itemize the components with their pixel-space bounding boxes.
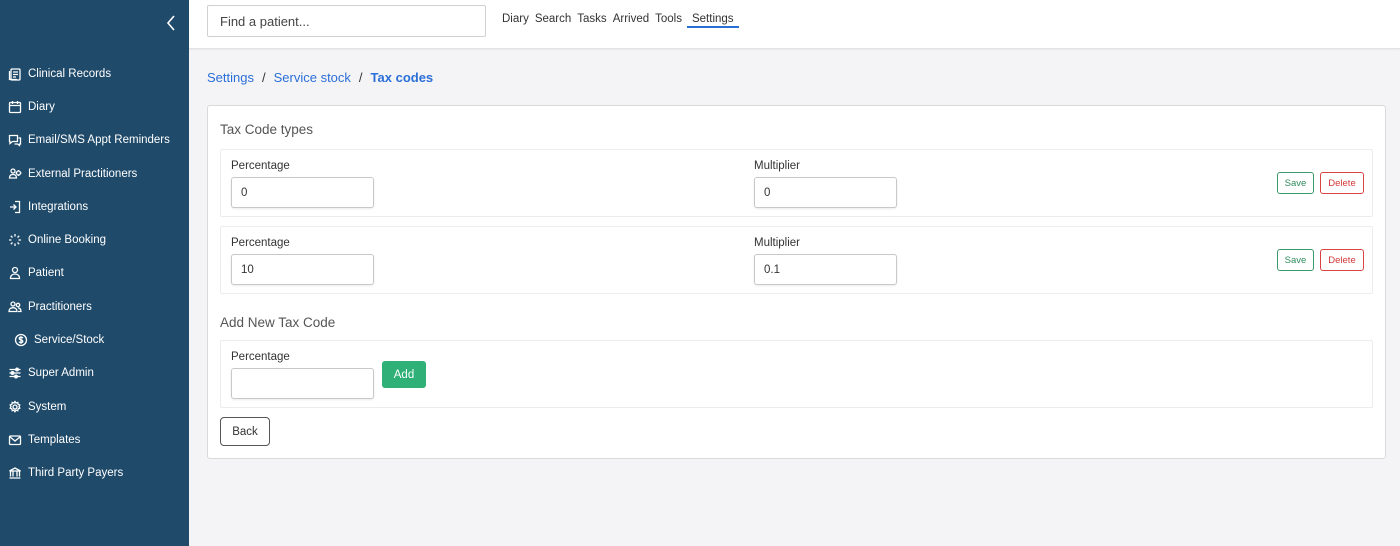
top-nav-tasks[interactable]: Tasks — [577, 13, 606, 28]
patient-search-input[interactable] — [207, 5, 486, 37]
delete-button[interactable]: Delete — [1320, 249, 1364, 271]
sidebar-item-label: Practitioners — [28, 300, 92, 313]
sidebar-item-patient[interactable]: Patient — [0, 257, 189, 290]
add-button[interactable]: Add — [382, 361, 426, 388]
dollar-circle-icon — [14, 333, 28, 347]
user-icon — [8, 266, 22, 280]
sidebar-item-label: Integrations — [28, 200, 89, 213]
sidebar-item-label: Online Booking — [28, 234, 106, 247]
users-gear-icon — [8, 167, 22, 181]
sidebar-item-integrations[interactable]: Integrations — [0, 190, 189, 223]
clipboard-icon — [8, 67, 22, 81]
sidebar-item-practitioners[interactable]: Practitioners — [0, 290, 189, 323]
multiplier-label: Multiplier — [754, 160, 801, 172]
top-nav-arrived[interactable]: Arrived — [613, 13, 649, 28]
envelope-icon — [8, 433, 22, 447]
breadcrumb-settings[interactable]: Settings — [207, 70, 254, 85]
sidebar-item-online-booking[interactable]: Online Booking — [0, 223, 189, 256]
top-nav: Diary Search Tasks Arrived Tools Setting… — [502, 13, 745, 28]
sidebar-item-external-practitioners[interactable]: External Practitioners — [0, 157, 189, 190]
users-icon — [8, 300, 22, 314]
chevron-left-icon[interactable] — [163, 13, 179, 33]
calendar-icon — [8, 100, 22, 114]
section-title: Tax Code types — [220, 122, 314, 137]
sidebar-item-clinical-records[interactable]: Clinical Records — [0, 57, 189, 90]
percentage-label: Percentage — [231, 237, 290, 249]
tax-code-row: Percentage Multiplier Save Delete — [220, 226, 1373, 294]
gear-icon — [8, 399, 22, 414]
sidebar-item-label: Templates — [28, 433, 81, 446]
sign-in-icon — [8, 200, 22, 214]
tax-code-row: Percentage Multiplier Save Delete — [220, 149, 1373, 217]
percentage-input[interactable] — [231, 177, 374, 208]
breadcrumb-separator: / — [261, 70, 266, 85]
percentage-label: Percentage — [231, 351, 290, 363]
sidebar-item-label: System — [28, 400, 67, 413]
sidebar-item-label: Super Admin — [28, 367, 94, 380]
sparkle-icon — [8, 233, 22, 247]
back-button[interactable]: Back — [220, 417, 270, 446]
sliders-icon — [8, 366, 22, 380]
sidebar-item-email-sms-reminders[interactable]: Email/SMS Appt Reminders — [0, 124, 189, 157]
percentage-label: Percentage — [231, 160, 290, 172]
multiplier-input[interactable] — [754, 177, 897, 208]
top-nav-diary[interactable]: Diary — [502, 13, 529, 28]
save-button[interactable]: Save — [1277, 249, 1314, 271]
sidebar-item-third-party-payers[interactable]: Third Party Payers — [0, 457, 189, 490]
sidebar-item-label: External Practitioners — [28, 167, 138, 180]
sidebar-item-label: Email/SMS Appt Reminders — [28, 134, 170, 147]
add-tax-code-row: Percentage Add — [220, 340, 1373, 408]
multiplier-input[interactable] — [754, 254, 897, 285]
top-nav-settings[interactable]: Settings — [686, 13, 739, 28]
sidebar-item-service-stock[interactable]: Service/Stock — [0, 323, 189, 356]
sidebar: Clinical Records Diary Email/SMS Appt Re… — [0, 0, 189, 546]
sidebar-item-templates[interactable]: Templates — [0, 423, 189, 456]
sidebar-item-super-admin[interactable]: Super Admin — [0, 357, 189, 390]
sidebar-nav: Clinical Records Diary Email/SMS Appt Re… — [0, 57, 189, 490]
bank-icon — [8, 466, 22, 480]
top-nav-search[interactable]: Search — [535, 13, 571, 28]
delete-button[interactable]: Delete — [1320, 172, 1364, 194]
breadcrumb: Settings / Service stock / Tax codes — [207, 70, 433, 85]
breadcrumb-current: Tax codes — [370, 70, 434, 85]
sidebar-item-diary[interactable]: Diary — [0, 90, 189, 123]
sidebar-item-label: Patient — [28, 267, 64, 280]
sidebar-item-system[interactable]: System — [0, 390, 189, 423]
sidebar-item-label: Third Party Payers — [28, 467, 124, 480]
breadcrumb-service-stock[interactable]: Service stock — [274, 70, 351, 85]
sidebar-item-label: Service/Stock — [34, 334, 105, 347]
multiplier-label: Multiplier — [754, 237, 801, 249]
top-nav-tools[interactable]: Tools — [655, 13, 682, 28]
sidebar-item-label: Diary — [28, 100, 55, 113]
percentage-input[interactable] — [231, 254, 374, 285]
breadcrumb-separator: / — [358, 70, 363, 85]
chat-icon — [8, 133, 22, 148]
new-percentage-input[interactable] — [231, 368, 374, 399]
add-new-title: Add New Tax Code — [220, 315, 336, 330]
save-button[interactable]: Save — [1277, 172, 1314, 194]
top-bar: Diary Search Tasks Arrived Tools Setting… — [189, 0, 1400, 49]
sidebar-item-label: Clinical Records — [28, 67, 112, 80]
tax-codes-card: Tax Code types Percentage Multiplier Sav… — [207, 105, 1386, 459]
